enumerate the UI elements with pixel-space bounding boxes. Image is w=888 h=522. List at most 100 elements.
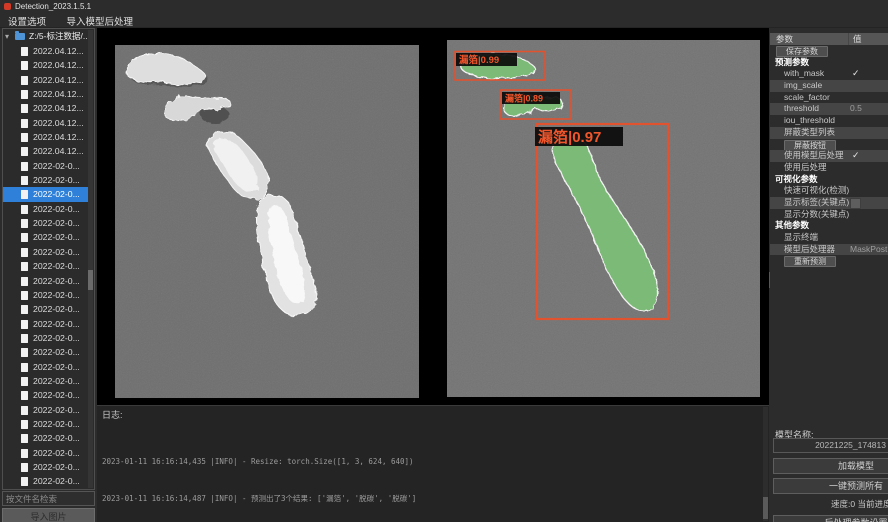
model-name-field[interactable]: 20221225_174813 bbox=[773, 438, 888, 453]
file-tree-panel: ▾ Z:/5-标注数据/... 2022.04.12... 2022.04.12… bbox=[2, 28, 95, 490]
tree-file-item[interactable]: 2022.04.12... bbox=[3, 87, 88, 101]
tree-file-label: 2022.04.12... bbox=[33, 101, 84, 115]
param-row[interactable]: 屏蔽按钮 bbox=[770, 139, 888, 151]
file-icon bbox=[21, 190, 28, 199]
param-row[interactable]: 快速可视化(检测) bbox=[770, 185, 888, 197]
tree-file-item[interactable]: 2022.04.12... bbox=[3, 116, 88, 130]
tree-file-item[interactable]: 2022-02-0... bbox=[3, 159, 88, 173]
file-icon bbox=[21, 233, 28, 242]
tree-file-item[interactable]: 2022.04.12... bbox=[3, 130, 88, 144]
import-images-button[interactable]: 导入图片 bbox=[2, 508, 95, 522]
caret-down-icon[interactable]: ▾ bbox=[5, 29, 9, 44]
tree-file-item[interactable]: 2022-02-0... bbox=[3, 202, 88, 216]
tree-file-label: 2022.04.12... bbox=[33, 130, 84, 144]
title-bar: Detection_2023.1.5.1 bbox=[0, 0, 888, 12]
tree-file-item[interactable]: 2022-02-0... bbox=[3, 460, 88, 474]
tree-scrollbar-thumb[interactable] bbox=[88, 270, 93, 290]
param-row[interactable]: 模型后处理器 MaskPostPro bbox=[770, 244, 888, 256]
tree-file-item[interactable]: 2022-02-0... bbox=[3, 331, 88, 345]
param-row[interactable]: 使用后处理 bbox=[770, 162, 888, 174]
param-row[interactable]: iou_threshold bbox=[770, 115, 888, 127]
tree-scrollbar[interactable] bbox=[88, 30, 93, 488]
param-row[interactable]: with_mask ✓ bbox=[770, 68, 888, 80]
param-row[interactable]: scale_factor bbox=[770, 92, 888, 104]
tree-file-item[interactable]: 2022-02-0... bbox=[3, 187, 88, 201]
tree-file-item[interactable]: 2022-02-0... bbox=[3, 230, 88, 244]
param-row[interactable]: 预测参数 bbox=[770, 57, 888, 69]
file-icon bbox=[21, 406, 28, 415]
param-row[interactable]: 屏蔽类型列表 bbox=[770, 127, 888, 139]
tree-file-item[interactable]: 2022-02-0... bbox=[3, 417, 88, 431]
tree-file-item[interactable]: 2022-02-0... bbox=[3, 288, 88, 302]
menu-item[interactable]: 设置选项 bbox=[0, 12, 54, 28]
tree-file-item[interactable]: 2022-02-0... bbox=[3, 403, 88, 417]
tree-file-label: 2022.04.12... bbox=[33, 73, 84, 87]
postprocess-params-button[interactable]: 后处理参数设置 bbox=[773, 515, 888, 522]
tree-file-label: 2022-02-0... bbox=[33, 331, 80, 345]
tree-file-label: 2022-02-0... bbox=[33, 230, 80, 244]
file-icon bbox=[21, 47, 28, 56]
menu-bar: 设置选项 导入模型后处理 bbox=[0, 12, 888, 28]
tree-file-item[interactable]: 2022-02-0... bbox=[3, 388, 88, 402]
param-rows: 保存参数 预测参数 with_mask ✓ img_scale bbox=[770, 45, 888, 267]
tree-file-item[interactable]: 2022-02-0... bbox=[3, 173, 88, 187]
param-label: scale_factor bbox=[784, 92, 830, 102]
tree-file-item[interactable]: 2022-02-0... bbox=[3, 360, 88, 374]
tree-file-label: 2022-02-0... bbox=[33, 288, 80, 302]
tree-file-item[interactable]: 2022-02-0... bbox=[3, 317, 88, 331]
parameters-panel: 参数 值 保存参数 预测参数 with_mask ✓ bbox=[770, 28, 888, 522]
file-icon bbox=[21, 147, 28, 156]
param-row[interactable]: 保存参数 bbox=[770, 45, 888, 57]
param-row[interactable]: 使用模型后处理 ✓ bbox=[770, 150, 888, 162]
param-row[interactable]: 其他参数 bbox=[770, 220, 888, 232]
param-row[interactable]: 显示分数(关键点) bbox=[770, 209, 888, 221]
param-label: 重新预测 bbox=[784, 256, 836, 267]
tree-file-label: 2022-02-0... bbox=[33, 245, 80, 259]
param-row[interactable]: threshold 0.5 bbox=[770, 103, 888, 115]
file-icon bbox=[21, 363, 28, 372]
menu-item[interactable]: 导入模型后处理 bbox=[58, 12, 141, 28]
predict-all-button[interactable]: 一键预测所有 bbox=[773, 478, 888, 494]
param-value: 0.5 bbox=[850, 103, 862, 115]
param-row[interactable]: 显示终端 bbox=[770, 232, 888, 244]
tree-file-item[interactable]: 2022-02-0... bbox=[3, 259, 88, 273]
tree-file-item[interactable]: 2022-02-0... bbox=[3, 302, 88, 316]
param-row[interactable]: 重新预测 bbox=[770, 255, 888, 267]
file-icon bbox=[21, 420, 28, 429]
log-scrollbar-thumb[interactable] bbox=[763, 497, 768, 519]
file-icon bbox=[21, 434, 28, 443]
tree-file-item[interactable]: 2022-02-0... bbox=[3, 374, 88, 388]
load-model-button[interactable]: 加载模型 bbox=[773, 458, 888, 474]
tree-file-item[interactable]: 2022-02-0... bbox=[3, 474, 88, 488]
tree-file-item[interactable]: 2022-02-0... bbox=[3, 446, 88, 460]
tree-file-item[interactable]: 2022-02-0... bbox=[3, 274, 88, 288]
tree-file-item[interactable]: 2022-02-0... bbox=[3, 245, 88, 259]
tree-file-label: 2022-02-0... bbox=[33, 159, 80, 173]
log-scrollbar[interactable] bbox=[763, 407, 768, 521]
file-icon bbox=[21, 391, 28, 400]
tree-file-item[interactable]: 2022.04.12... bbox=[3, 58, 88, 72]
tree-file-item[interactable]: 2022-02-0... bbox=[3, 431, 88, 445]
file-icon bbox=[21, 377, 28, 386]
param-row[interactable]: 可视化参数 bbox=[770, 174, 888, 186]
tree-file-item[interactable]: 2022.04.12... bbox=[3, 73, 88, 87]
param-label: 使用后处理 bbox=[784, 162, 827, 172]
tree-file-item[interactable]: 2022.04.12... bbox=[3, 101, 88, 115]
folder-icon bbox=[15, 33, 25, 40]
param-label: 预测参数 bbox=[775, 57, 809, 67]
tree-root-folder[interactable]: ▾ Z:/5-标注数据/... bbox=[3, 29, 94, 44]
value-column-header: 值 bbox=[848, 33, 862, 45]
search-input[interactable] bbox=[2, 491, 95, 506]
log-panel: 日志: 2023-01-11 16:16:14,435 |INFO| - Res… bbox=[97, 405, 769, 522]
image-viewer[interactable]: 漏箔|0.99 漏箔|0.89 漏箔|0.97 bbox=[97, 28, 769, 405]
tree-file-item[interactable]: 2022.04.12... bbox=[3, 144, 88, 158]
prediction-image[interactable]: 漏箔|0.99 漏箔|0.89 漏箔|0.97 bbox=[447, 40, 760, 397]
file-icon bbox=[21, 334, 28, 343]
tree-file-item[interactable]: 2022-02-0... bbox=[3, 345, 88, 359]
param-row[interactable]: 显示标签(关键点) bbox=[770, 197, 888, 209]
original-image[interactable] bbox=[115, 45, 419, 398]
tree-file-item[interactable]: 2022.04.12... bbox=[3, 44, 88, 58]
param-label: 可视化参数 bbox=[775, 174, 818, 184]
tree-file-item[interactable]: 2022-02-0... bbox=[3, 216, 88, 230]
param-row[interactable]: img_scale bbox=[770, 80, 888, 92]
